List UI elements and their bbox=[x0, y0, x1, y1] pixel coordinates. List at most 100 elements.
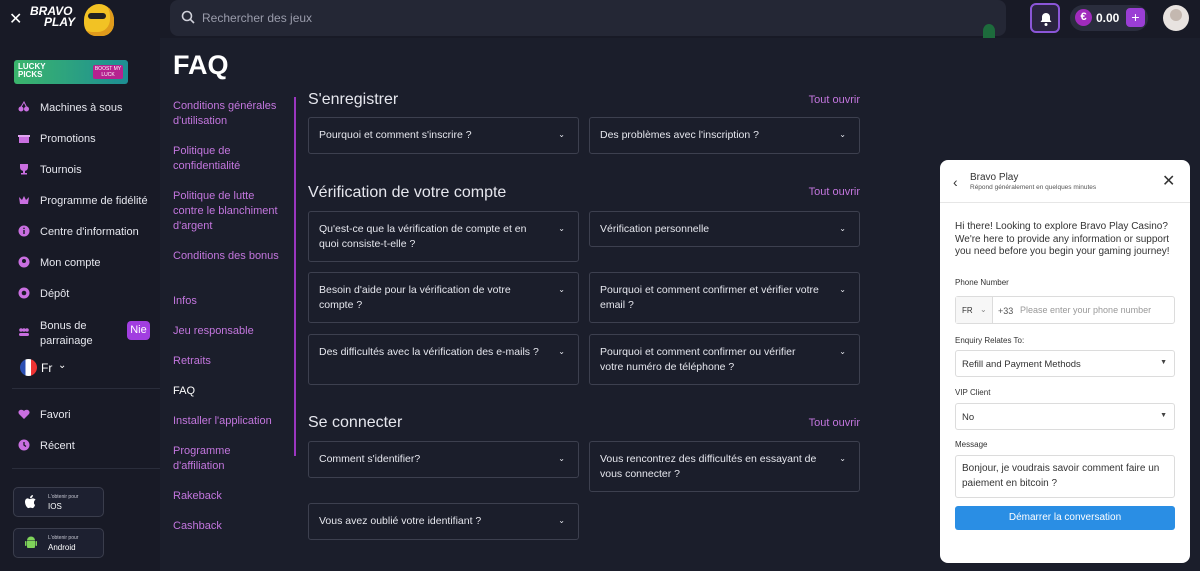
faq-question[interactable]: Pourquoi et comment confirmer et vérifie… bbox=[589, 272, 860, 323]
chat-greeting: Hi there! Looking to explore Bravo Play … bbox=[955, 221, 1170, 257]
start-conversation-button[interactable]: Démarrer la conversation bbox=[955, 506, 1175, 530]
faq-category-bonus-terms[interactable]: Conditions des bonus bbox=[173, 249, 283, 264]
sidebar-item-loyalty[interactable]: Programme de fidélité bbox=[18, 191, 158, 211]
message-textarea[interactable]: Bonjour, je voudrais savoir comment fair… bbox=[955, 455, 1175, 498]
store-name: Android bbox=[48, 543, 76, 552]
sidebar-item-favorites[interactable]: Favori bbox=[18, 405, 158, 425]
open-all-link[interactable]: Tout ouvrir bbox=[805, 186, 860, 198]
search-input[interactable] bbox=[202, 0, 982, 36]
deposit-button[interactable]: + bbox=[1126, 8, 1145, 27]
enquiry-select[interactable]: Refill and Payment Methods ▼ bbox=[955, 350, 1175, 377]
language-label: Fr bbox=[41, 361, 53, 375]
chevron-down-icon: ⌄ bbox=[558, 454, 565, 463]
chevron-left-icon[interactable]: ‹ bbox=[953, 174, 958, 190]
chevron-down-icon: ⌄ bbox=[839, 454, 846, 463]
chevron-down-icon: ⌄ bbox=[839, 285, 846, 294]
faq-question[interactable]: Vérification personnelle ⌄ bbox=[589, 211, 860, 247]
faq-category-rakeback[interactable]: Rakeback bbox=[173, 489, 283, 504]
sidebar-item-deposit[interactable]: Dépôt bbox=[18, 284, 158, 304]
faq-category-cashback[interactable]: Cashback bbox=[173, 519, 283, 534]
faq-category-info[interactable]: Infos bbox=[173, 294, 283, 309]
sidebar-item-info-center[interactable]: Centre d'information bbox=[18, 222, 158, 242]
question-text: Pourquoi et comment confirmer et vérifie… bbox=[600, 284, 819, 311]
chevron-down-icon: ⌄ bbox=[58, 360, 67, 371]
logo-text-2: PLAY bbox=[44, 15, 76, 29]
sidebar-item-label: Tournois bbox=[40, 164, 82, 176]
caret-down-icon: ▼ bbox=[1160, 359, 1167, 366]
sidebar-item-label: Bonus de parrainage bbox=[40, 320, 93, 347]
sidebar-item-label: Favori bbox=[40, 409, 71, 421]
promo-banner[interactable]: LUCKY PICKS BOOST MY LUCK bbox=[14, 60, 128, 84]
vip-select[interactable]: No ▼ bbox=[955, 403, 1175, 430]
faq-category-affiliate[interactable]: Programme d'affiliation bbox=[173, 444, 283, 474]
balance-value: 0.00 bbox=[1096, 11, 1120, 25]
logo[interactable]: BRAVO PLAY bbox=[30, 5, 82, 32]
faq-category-terms[interactable]: Conditions générales d'utilisation bbox=[173, 99, 283, 129]
referral-icon bbox=[19, 328, 29, 336]
wallet-icon bbox=[18, 287, 30, 299]
sidebar-item-recent[interactable]: Récent bbox=[18, 436, 158, 456]
faq-category-install-app[interactable]: Installer l'application bbox=[173, 414, 283, 429]
chevron-down-icon: ⌄ bbox=[839, 347, 846, 356]
country-code-select[interactable]: FR ⌄ bbox=[956, 297, 993, 323]
country-code: FR bbox=[962, 306, 973, 315]
info-icon bbox=[18, 225, 30, 237]
active-indicator bbox=[294, 97, 296, 456]
search-bar[interactable] bbox=[170, 0, 1006, 36]
open-all-link[interactable]: Tout ouvrir bbox=[805, 94, 860, 106]
store-caption: L'obtenir pour bbox=[48, 494, 79, 500]
faq-question[interactable]: Pourquoi et comment confirmer ou vérifie… bbox=[589, 334, 860, 385]
avatar[interactable] bbox=[1163, 5, 1189, 31]
android-download-button[interactable]: L'obtenir pour Android bbox=[13, 528, 104, 558]
faq-question[interactable]: Des problèmes avec l'inscription ? ⌄ bbox=[589, 117, 860, 154]
sidebar-item-account[interactable]: Mon compte bbox=[18, 253, 158, 273]
phone-input[interactable] bbox=[1020, 301, 1170, 319]
slot-machine-icon bbox=[18, 101, 29, 112]
open-all-link[interactable]: Tout ouvrir bbox=[805, 417, 860, 429]
faq-question[interactable]: Des difficultés avec la vérification des… bbox=[308, 334, 579, 385]
notifications-button[interactable] bbox=[1030, 3, 1060, 33]
enquiry-label: Enquiry Relates To: bbox=[955, 336, 1025, 345]
faq-question[interactable]: Comment s'identifier? ⌄ bbox=[308, 441, 579, 478]
chevron-down-icon: ⌄ bbox=[558, 224, 565, 233]
chevron-down-icon: ⌄ bbox=[558, 285, 565, 294]
question-text: Pourquoi et comment s'inscrire ? bbox=[319, 129, 472, 141]
sidebar-item-label: Programme de fidélité bbox=[40, 195, 148, 207]
mascot-icon bbox=[84, 4, 114, 36]
sidebar-divider bbox=[12, 388, 160, 389]
android-icon bbox=[25, 536, 37, 548]
section-title: S'enregistrer bbox=[308, 91, 399, 108]
sidebar-item-slots[interactable]: Machines à sous bbox=[18, 98, 158, 118]
dial-code: +33 bbox=[998, 306, 1014, 316]
phone-label: Phone Number bbox=[955, 278, 1009, 287]
balance-widget[interactable]: € 0.00 + bbox=[1070, 5, 1148, 31]
faq-category-aml[interactable]: Politique de lutte contre le blanchiment… bbox=[173, 189, 283, 234]
faq-question[interactable]: Pourquoi et comment s'inscrire ? ⌄ bbox=[308, 117, 579, 154]
sidebar-item-tournaments[interactable]: Tournois bbox=[18, 160, 158, 180]
faq-category-faq[interactable]: FAQ bbox=[173, 384, 283, 399]
faq-question[interactable]: Vous rencontrez des difficultés en essay… bbox=[589, 441, 860, 492]
chevron-down-icon: ⌄ bbox=[839, 130, 846, 139]
faq-category-privacy[interactable]: Politique de confidentialité bbox=[173, 144, 283, 174]
faq-category-responsible-gaming[interactable]: Jeu responsable bbox=[173, 324, 283, 339]
store-name: IOS bbox=[48, 502, 62, 511]
faq-question[interactable]: Vous avez oublié votre identifiant ? ⌄ bbox=[308, 503, 579, 540]
language-selector[interactable]: Fr ⌄ bbox=[20, 359, 80, 377]
faq-question[interactable]: Besoin d'aide pour la vérification de vo… bbox=[308, 272, 579, 323]
gift-icon bbox=[18, 135, 30, 143]
bell-icon bbox=[1040, 13, 1052, 26]
apple-icon bbox=[25, 495, 36, 509]
faq-question[interactable]: Qu'est-ce que la vérification de compte … bbox=[308, 211, 579, 262]
close-icon[interactable]: ✕ bbox=[9, 9, 22, 28]
chevron-down-icon: ⌄ bbox=[558, 130, 565, 139]
chevron-down-icon: ⌄ bbox=[839, 224, 846, 233]
euro-icon: € bbox=[1075, 9, 1092, 26]
faq-category-withdrawals[interactable]: Retraits bbox=[173, 354, 283, 369]
sidebar-item-label: Dépôt bbox=[40, 288, 70, 300]
trophy-icon bbox=[20, 164, 28, 175]
sidebar-divider bbox=[12, 468, 160, 469]
ios-download-button[interactable]: L'obtenir pour IOS bbox=[13, 487, 104, 517]
chat-widget: ‹ Bravo Play Répond généralement en quel… bbox=[940, 160, 1190, 563]
close-icon[interactable]: ✕ bbox=[1162, 171, 1175, 191]
sidebar-item-promotions[interactable]: Promotions bbox=[18, 129, 158, 149]
